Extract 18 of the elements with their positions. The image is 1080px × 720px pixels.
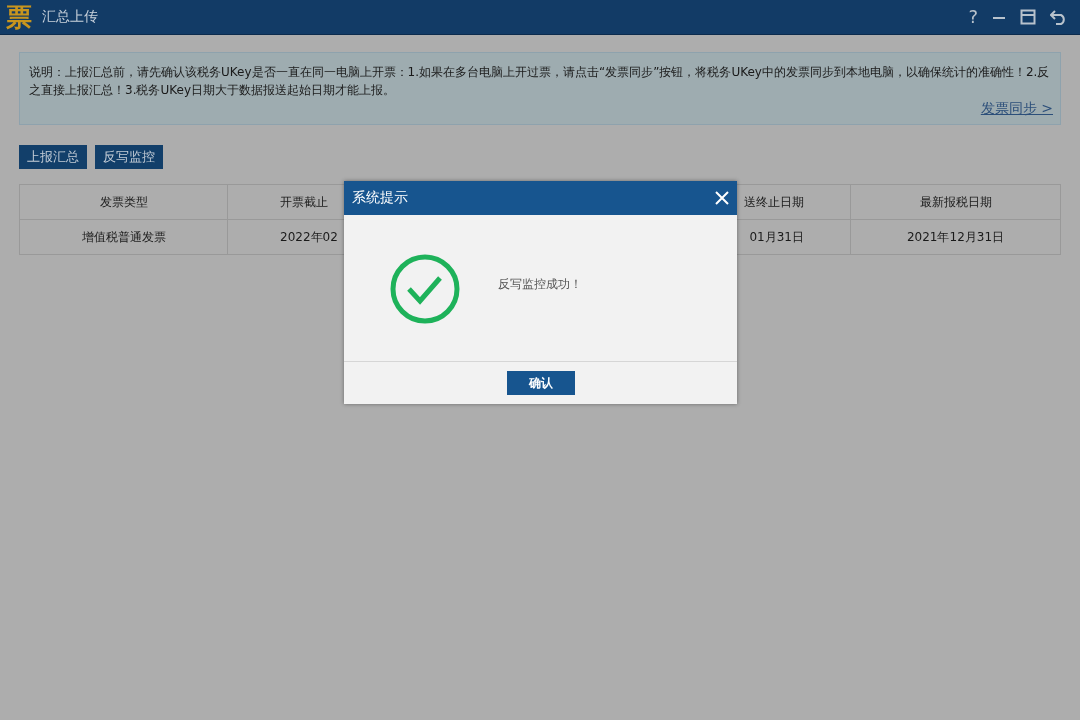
close-icon[interactable]: [715, 191, 729, 205]
invoice-sync-link[interactable]: 发票同步 >: [980, 100, 1053, 118]
dialog-title: 系统提示: [352, 189, 408, 207]
column-header: 发票类型: [19, 184, 228, 220]
check-circle-icon: [389, 253, 461, 325]
toolbar-button[interactable]: 上报汇总: [19, 145, 87, 169]
confirm-button[interactable]: 确认: [506, 371, 575, 395]
table-cell: 2021年12月31日: [850, 219, 1061, 255]
table-cell: 增值税普通发票: [19, 219, 228, 255]
dialog-message: 反写监控成功！: [498, 276, 582, 293]
notice-text: 说明：上报汇总前，请先确认该税务UKey是否一直在同一电脑上开票：1.如果在多台电脑上开过票，请点击“发票同步”按钮，将税务UKey中的发票同步到本地电脑，以确保统计的准确性！2.反之直接上报汇总！3.税务UKey日期大于数据报送起始日期才能上报。: [29, 64, 1051, 99]
column-header: 最新报税日期: [850, 184, 1061, 220]
app-logo: 票: [6, 4, 32, 30]
restore-icon[interactable]: [1020, 9, 1036, 25]
toolbar-button[interactable]: 反写监控: [95, 145, 163, 169]
help-button[interactable]: ?: [968, 8, 978, 26]
window-title: 汇总上传: [42, 8, 98, 26]
back-icon[interactable]: [1050, 9, 1068, 25]
